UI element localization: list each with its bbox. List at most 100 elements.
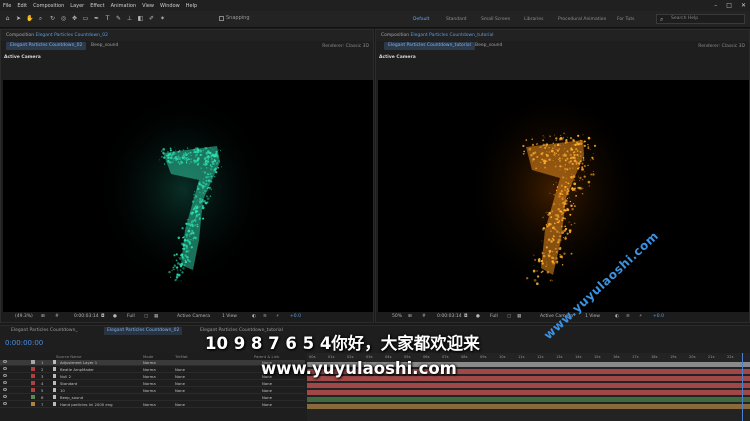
transparency-grid-icon[interactable]: ▦ bbox=[517, 312, 521, 322]
menu-effect[interactable]: Effect bbox=[90, 3, 104, 9]
motion-blur-icon[interactable]: ≋ bbox=[626, 312, 630, 322]
rotate-icon[interactable]: ↻ bbox=[49, 15, 56, 23]
layer-row[interactable]: 4 Standard Norma None None bbox=[0, 381, 305, 387]
reset-exposure-icon[interactable]: ◐ bbox=[615, 312, 619, 322]
layer-row[interactable]: 1 Adjustment Layer 1 Norma None bbox=[0, 360, 305, 366]
menu-edit[interactable]: Edit bbox=[17, 3, 27, 9]
tab-comp-tutorial[interactable]: Elegant Particles Countdown_tutorial bbox=[384, 42, 475, 50]
color-channel-icon[interactable]: ● bbox=[476, 312, 480, 322]
layer-row[interactable]: 6 Beep_sound None bbox=[0, 395, 305, 401]
workspace-default[interactable]: Default bbox=[413, 17, 429, 22]
layer-row[interactable]: 7 Hand particles Ini 2000 eng Norma None Non… bbox=[0, 402, 305, 408]
layer-trkmat[interactable]: None bbox=[175, 388, 185, 394]
fast-preview-icon[interactable]: ⚡ bbox=[639, 312, 642, 322]
roi-icon[interactable]: ▢ bbox=[144, 312, 148, 322]
layer-mode[interactable]: Norma bbox=[143, 381, 156, 387]
brush-icon[interactable]: ✎ bbox=[115, 15, 122, 23]
right-viewer[interactable] bbox=[378, 80, 749, 313]
renderer-label[interactable]: Renderer: Classic 3D bbox=[698, 42, 745, 52]
label-color-swatch[interactable] bbox=[31, 374, 35, 378]
visibility-eye-icon[interactable] bbox=[3, 360, 7, 363]
workspace-libraries[interactable]: Libraries bbox=[524, 17, 543, 22]
grid-icon[interactable]: # bbox=[422, 312, 426, 322]
snapshot-icon[interactable]: ◘ bbox=[101, 312, 105, 322]
clone-stamp-icon[interactable]: ⊥ bbox=[126, 15, 133, 23]
current-time[interactable]: 0:00:03:14 bbox=[74, 312, 99, 322]
playhead[interactable] bbox=[742, 353, 743, 421]
type-icon[interactable]: T bbox=[104, 15, 111, 23]
layer-name[interactable]: Hand particles Ini 2000 eng bbox=[60, 402, 113, 408]
pan-behind-icon[interactable]: ✥ bbox=[71, 15, 78, 23]
layer-parent[interactable]: None bbox=[262, 388, 272, 394]
layer-trkmat[interactable]: None bbox=[175, 381, 185, 387]
camera-orbit-icon[interactable]: ◎ bbox=[60, 15, 67, 23]
workspace-standard[interactable]: Standard bbox=[446, 17, 466, 22]
zoom-icon[interactable]: ⌕ bbox=[37, 15, 44, 23]
snapping-toggle[interactable]: Snapping bbox=[219, 15, 250, 21]
workspace-for-tuts[interactable]: For Tuts bbox=[617, 17, 635, 22]
motion-blur-icon[interactable]: ≋ bbox=[263, 312, 267, 322]
layer-mode[interactable]: Norma bbox=[143, 402, 156, 408]
selection-arrow-icon[interactable]: ➤ bbox=[15, 15, 22, 23]
menu-window[interactable]: Window bbox=[160, 3, 180, 9]
current-time[interactable]: 0:00:03:14 bbox=[437, 312, 462, 322]
layer-trkmat[interactable]: None bbox=[175, 402, 185, 408]
grid-icon[interactable]: # bbox=[55, 312, 59, 322]
layer-row[interactable]: 5 10 Norma None None bbox=[0, 388, 305, 394]
label-color-swatch[interactable] bbox=[31, 388, 35, 392]
layer-duration-bar[interactable] bbox=[307, 383, 750, 388]
transparency-grid-icon[interactable]: ▦ bbox=[154, 312, 158, 322]
layer-name[interactable]: Beatle AmpMader bbox=[60, 367, 94, 373]
timeline-tab-1[interactable]: Elegant Particles Countdown_ bbox=[8, 327, 81, 335]
snapshot-icon[interactable]: ◘ bbox=[464, 312, 468, 322]
fast-preview-icon[interactable]: ⚡ bbox=[276, 312, 279, 322]
left-viewer[interactable] bbox=[3, 80, 373, 313]
layer-row[interactable]: 3 Null 2 Norma None None bbox=[0, 374, 305, 380]
layer-duration-bar[interactable] bbox=[307, 397, 750, 402]
label-color-swatch[interactable] bbox=[31, 381, 35, 385]
visibility-eye-icon[interactable] bbox=[3, 367, 7, 370]
menu-help[interactable]: Help bbox=[186, 3, 197, 9]
layer-trkmat[interactable]: None bbox=[175, 374, 185, 380]
tab-beep-sound[interactable]: Beep_sound bbox=[471, 42, 506, 50]
layer-name[interactable]: 10 bbox=[60, 388, 65, 394]
render-grid-icon[interactable]: ⊞ bbox=[408, 312, 412, 322]
layer-parent[interactable]: None bbox=[262, 402, 272, 408]
visibility-eye-icon[interactable] bbox=[3, 395, 7, 398]
maximize-icon[interactable]: □ bbox=[726, 2, 732, 9]
search-help-input[interactable]: ⌕ Search Help bbox=[656, 14, 745, 24]
minimize-icon[interactable]: – bbox=[714, 2, 717, 9]
menu-layer[interactable]: Layer bbox=[70, 3, 84, 9]
menu-file[interactable]: File bbox=[3, 3, 11, 9]
tab-comp-02[interactable]: Elegant Particles Countdown_02 bbox=[6, 42, 87, 50]
hand-icon[interactable]: ✋ bbox=[26, 15, 33, 23]
label-color-swatch[interactable] bbox=[31, 395, 35, 399]
pen-icon[interactable]: ✒ bbox=[93, 15, 100, 23]
workspace-small-screen[interactable]: Small Screen bbox=[481, 17, 510, 22]
snapping-checkbox[interactable] bbox=[219, 15, 224, 21]
timeline-timecode[interactable]: 0:00:00:00 bbox=[5, 339, 43, 347]
zoom-level[interactable]: (49.3%) bbox=[15, 312, 33, 322]
visibility-eye-icon[interactable] bbox=[3, 381, 7, 384]
layer-duration-bar[interactable] bbox=[307, 390, 750, 395]
layer-name[interactable]: Standard bbox=[60, 381, 77, 387]
visibility-eye-icon[interactable] bbox=[3, 388, 7, 391]
layer-parent[interactable]: None bbox=[262, 395, 272, 401]
label-color-swatch[interactable] bbox=[31, 367, 35, 371]
timeline-tab-2[interactable]: Elegant Particles Countdown_02 bbox=[104, 327, 183, 335]
home-icon[interactable]: ⌂ bbox=[4, 15, 11, 23]
layer-mode[interactable]: Norma bbox=[143, 374, 156, 380]
layer-name[interactable]: Beep_sound bbox=[60, 395, 83, 401]
view-layout-select[interactable]: 1 View bbox=[585, 312, 600, 322]
label-color-swatch[interactable] bbox=[31, 360, 35, 364]
menu-composition[interactable]: Composition bbox=[33, 3, 64, 9]
reset-exposure-icon[interactable]: ◐ bbox=[252, 312, 256, 322]
layer-mode[interactable]: Norma bbox=[143, 367, 156, 373]
puppet-pin-icon[interactable]: ✶ bbox=[159, 15, 166, 23]
menu-animation[interactable]: Animation bbox=[111, 3, 137, 9]
resolution-select[interactable]: Full bbox=[490, 312, 498, 322]
render-grid-icon[interactable]: ⊞ bbox=[41, 312, 45, 322]
camera-select[interactable]: Active Camera bbox=[177, 312, 210, 322]
view-layout-select[interactable]: 1 View bbox=[222, 312, 237, 322]
menu-view[interactable]: View bbox=[142, 3, 154, 9]
